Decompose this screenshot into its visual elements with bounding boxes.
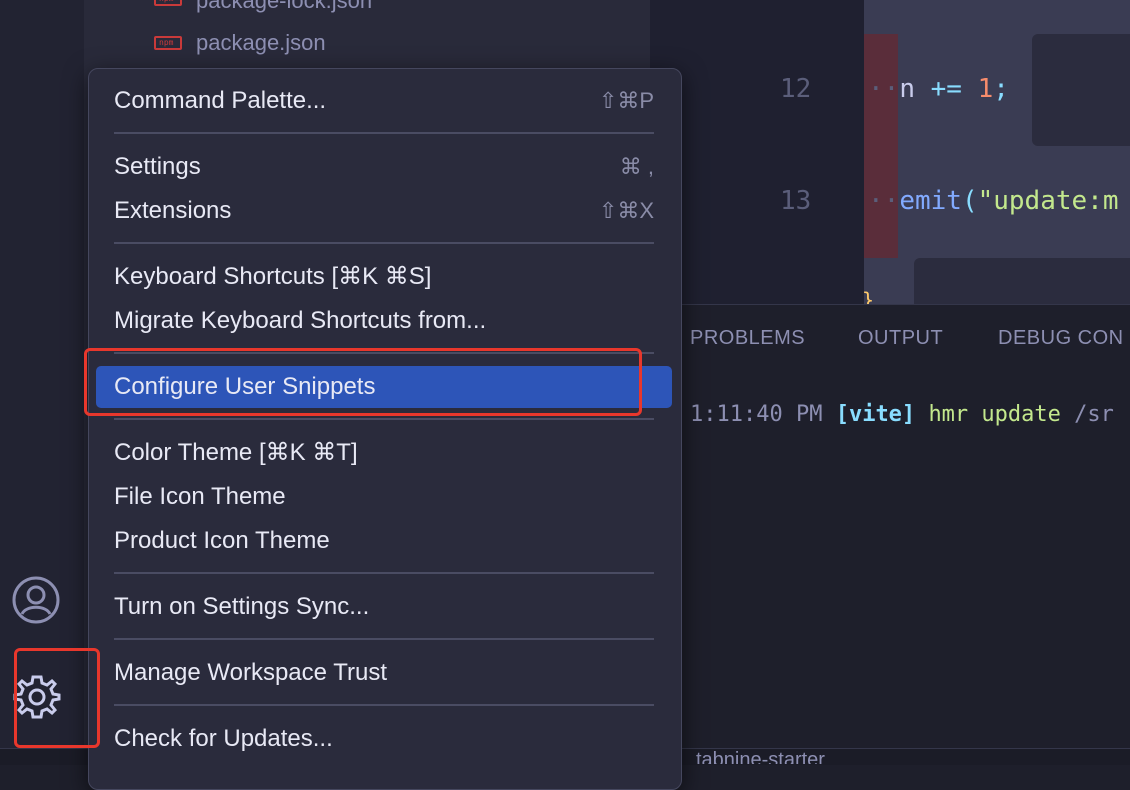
menu-separator <box>114 418 654 420</box>
file-item[interactable]: package.json <box>196 30 326 56</box>
menu-item-product-icon-theme[interactable]: Product Icon Theme <box>114 524 330 558</box>
menu-separator <box>114 242 654 244</box>
npm-icon: npm <box>154 36 182 50</box>
shortcut-label: ⌘ , <box>619 154 654 179</box>
code-line[interactable]: ··n += 1; <box>868 74 1009 104</box>
annotation-highlight-box <box>14 648 100 748</box>
menu-item-migrate-shortcuts[interactable]: Migrate Keyboard Shortcuts from... <box>114 304 486 338</box>
status-branch[interactable]: tabnine-starter <box>696 750 825 764</box>
line-number: 12 <box>780 74 812 104</box>
editor-gutter <box>650 0 864 304</box>
menu-separator <box>114 572 654 574</box>
annotation-highlight-box <box>84 348 642 416</box>
shortcut-label: ⇧⌘X <box>598 198 654 223</box>
menu-separator <box>114 638 654 640</box>
menu-item-settings-sync[interactable]: Turn on Settings Sync... <box>114 590 369 624</box>
shortcut-label: ⇧⌘P <box>598 88 654 113</box>
accounts-icon[interactable] <box>12 576 60 624</box>
menu-item-check-updates[interactable]: Check for Updates... <box>114 722 333 756</box>
menu-item-keyboard-shortcuts[interactable]: Keyboard Shortcuts [⌘K ⌘S] <box>114 260 431 294</box>
menu-separator <box>114 704 654 706</box>
bottom-panel <box>650 304 1130 749</box>
tab-output[interactable]: OUTPUT <box>858 327 943 350</box>
inline-widget <box>1032 34 1130 146</box>
menu-item-color-theme[interactable]: Color Theme [⌘K ⌘T] <box>114 436 358 470</box>
tab-problems[interactable]: PROBLEMS <box>690 327 805 350</box>
menu-item-settings[interactable]: Settings <box>114 150 201 184</box>
menu-item-extensions[interactable]: Extensions <box>114 194 231 228</box>
menu-item-file-icon-theme[interactable]: File Icon Theme <box>114 480 286 514</box>
menu-item-command-palette[interactable]: Command Palette... <box>114 84 326 118</box>
inline-widget <box>914 258 1130 304</box>
npm-icon: npm <box>154 0 182 6</box>
file-item[interactable]: package-lock.json <box>196 0 372 14</box>
diff-indicator <box>864 34 898 258</box>
menu-separator <box>114 132 654 134</box>
menu-item-workspace-trust[interactable]: Manage Workspace Trust <box>114 656 387 690</box>
terminal-line: 1:11:40 PM [vite] hmr update /sr <box>690 402 1114 427</box>
line-number: 13 <box>780 186 812 216</box>
tab-debug-console[interactable]: DEBUG CON <box>998 327 1124 350</box>
code-line[interactable]: ··emit("update:m <box>868 186 1118 216</box>
